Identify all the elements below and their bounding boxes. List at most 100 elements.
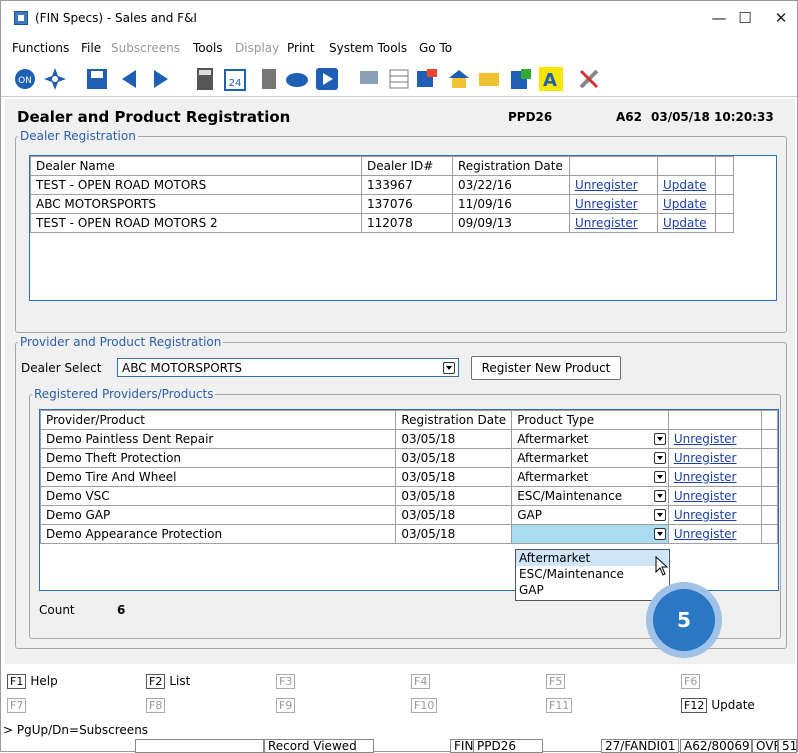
menu-system-tools[interactable]: System Tools (329, 41, 407, 55)
menu-display[interactable]: Display (235, 41, 279, 55)
notepad-icon[interactable] (255, 65, 283, 93)
unregister-link[interactable]: Unregister (674, 508, 737, 522)
product-type-select[interactable]: Aftermarket (511, 448, 669, 468)
fkey-f5[interactable]: F5 (546, 674, 569, 689)
fkey-f12[interactable]: F12 Update (681, 698, 755, 713)
fkey-f4[interactable]: F4 (411, 674, 434, 689)
menu-file[interactable]: File (81, 41, 101, 55)
status-number: 5104 (778, 739, 797, 753)
fkey-f9[interactable]: F9 (276, 698, 299, 713)
col-product-type: Product Type (511, 410, 669, 430)
play-icon[interactable] (313, 65, 341, 93)
previous-icon[interactable] (115, 65, 143, 93)
dealer-grid: Dealer Name Dealer ID# Registration Date T… (29, 155, 777, 301)
grid-icon[interactable] (385, 65, 413, 93)
unregister-link[interactable]: Unregister (674, 489, 737, 503)
document-chart-icon[interactable] (413, 65, 441, 93)
fkey-f11[interactable]: F11 (546, 698, 576, 713)
col-provider-product: Provider/Product (39, 410, 397, 430)
fkey-f6[interactable]: F6 (681, 674, 704, 689)
chevron-down-icon[interactable] (653, 433, 666, 445)
fkey-f2[interactable]: F2 List (146, 674, 190, 689)
dealer-registration-legend: Dealer Registration (20, 129, 136, 143)
col-dealer-id: Dealer ID# (361, 156, 453, 176)
on-icon[interactable]: ON (11, 65, 39, 93)
maximize-button[interactable]: ☐ (727, 5, 763, 31)
product-type-select[interactable]: GAP (511, 505, 669, 525)
calculator-icon[interactable] (191, 65, 219, 93)
product-type-select[interactable]: Aftermarket (511, 429, 669, 449)
status-user: A62/80069 (680, 739, 752, 753)
register-new-product-button[interactable]: Register New Product (471, 356, 621, 380)
tools-icon[interactable] (575, 65, 603, 93)
update-link[interactable]: Update (663, 178, 706, 192)
svg-text:24: 24 (229, 78, 242, 89)
registered-providers-legend: Registered Providers/Products (34, 387, 214, 401)
count-value: 6 (117, 603, 126, 617)
status-screen: PPD26 (473, 739, 543, 753)
main-panel: Dealer and Product Registration PPD26 A6… (5, 99, 795, 664)
option-esc-maintenance[interactable]: ESC/Maintenance (516, 566, 669, 582)
unregister-link[interactable]: Unregister (575, 216, 638, 230)
comment-icon[interactable] (355, 65, 383, 93)
dealer-select-dropdown[interactable]: ABC MOTORSPORTS (117, 358, 459, 377)
unregister-link[interactable]: Unregister (674, 432, 737, 446)
menu-bar: Functions File Subscreens Tools Display … (1, 37, 797, 59)
fkey-f10[interactable]: F10 (411, 698, 441, 713)
close-button[interactable]: ✕ (763, 5, 798, 31)
svg-text:ON: ON (18, 76, 32, 86)
chevron-down-icon[interactable] (443, 362, 455, 374)
unregister-link[interactable]: Unregister (674, 451, 737, 465)
table-row: TEST - OPEN ROAD MOTORS 133967 03/22/16 Unr… (30, 175, 734, 195)
unregister-link[interactable]: Unregister (575, 197, 638, 211)
fkey-f7[interactable]: F7 (7, 698, 30, 713)
step-badge: 5 (653, 589, 715, 651)
chevron-down-icon[interactable] (653, 490, 666, 502)
house-icon[interactable] (445, 65, 473, 93)
fkey-f3[interactable]: F3 (276, 674, 299, 689)
app-icon (14, 11, 28, 25)
product-type-select[interactable]: ESC/Maintenance (511, 486, 669, 506)
provider-registration-legend: Provider and Product Registration (20, 335, 222, 349)
status-record: Record Viewed (264, 739, 374, 753)
menu-go-to[interactable]: Go To (419, 41, 452, 55)
save-icon[interactable] (83, 65, 111, 93)
chevron-down-icon[interactable] (653, 471, 666, 483)
unregister-link[interactable]: Unregister (575, 178, 638, 192)
calendar-icon[interactable]: 24 (221, 65, 249, 93)
col-registration-date: Registration Date (452, 156, 570, 176)
menu-subscreens[interactable]: Subscreens (111, 41, 180, 55)
unregister-link[interactable]: Unregister (674, 470, 737, 484)
datetime: 03/05/18 10:20:33 (651, 110, 774, 124)
chevron-down-icon[interactable] (653, 452, 666, 464)
table-row: TEST - OPEN ROAD MOTORS 2 112078 09/09/13 U… (30, 213, 734, 233)
col-registration-date: Registration Date (395, 410, 513, 430)
svg-text:A: A (543, 70, 557, 91)
menu-functions[interactable]: Functions (12, 41, 69, 55)
envelope-icon[interactable] (475, 65, 503, 93)
update-link[interactable]: Update (663, 216, 706, 230)
option-aftermarket[interactable]: Aftermarket (516, 550, 669, 566)
menu-print[interactable]: Print (287, 41, 315, 55)
table-row: Demo Theft Protection 03/05/18 Aftermarket… (39, 448, 778, 468)
dealer-select-label: Dealer Select (21, 361, 102, 375)
compass-icon[interactable] (41, 65, 69, 93)
chevron-down-icon[interactable] (653, 509, 666, 521)
font-icon[interactable]: A (537, 65, 565, 93)
product-type-select[interactable]: Aftermarket (511, 467, 669, 487)
unregister-link[interactable]: Unregister (674, 527, 737, 541)
status-terminal: 27/FANDI01 (601, 739, 679, 753)
function-keys: F1 Help F2 List F3 F4 F5 F6 F7 F8 F9 F10 F… (1, 666, 797, 721)
product-type-select-active[interactable] (511, 524, 669, 544)
option-gap[interactable]: GAP (516, 582, 669, 598)
next-icon[interactable] (147, 65, 175, 93)
update-link[interactable]: Update (663, 197, 706, 211)
menu-tools[interactable]: Tools (193, 41, 223, 55)
subscreen-hint: > PgUp/Dn=Subscreens (3, 723, 149, 737)
page-title: Dealer and Product Registration (17, 108, 291, 126)
fkey-f1[interactable]: F1 Help (7, 674, 58, 689)
export-icon[interactable] (507, 65, 535, 93)
chevron-down-icon[interactable] (653, 528, 666, 540)
book-icon[interactable] (283, 65, 311, 93)
fkey-f8[interactable]: F8 (146, 698, 169, 713)
